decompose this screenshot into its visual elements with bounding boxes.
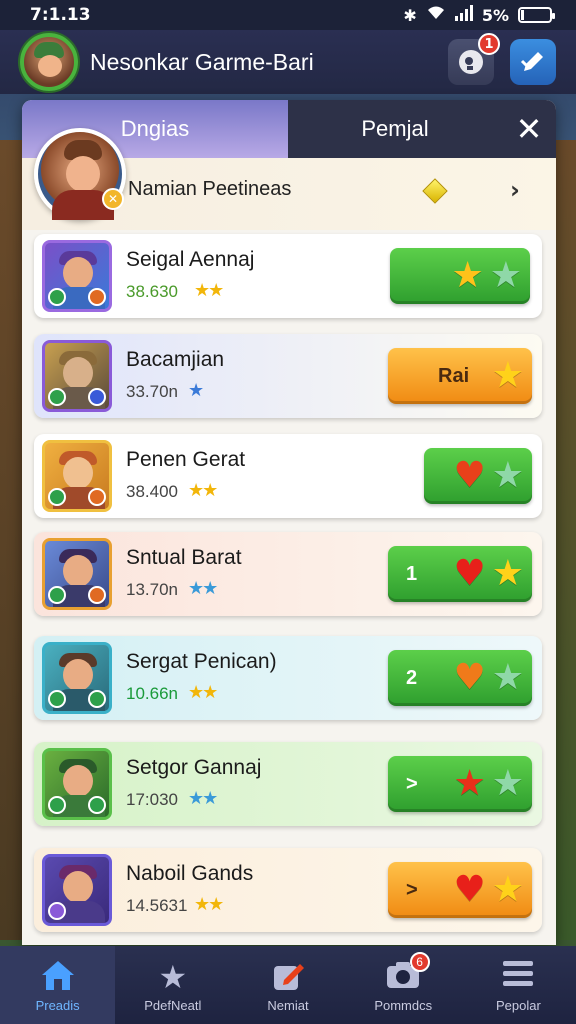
- item-thumbnail: [42, 642, 112, 714]
- star-icon: ★: [491, 553, 524, 594]
- item-thumbnail: [42, 340, 112, 412]
- nav-label: PdefNeatl: [144, 997, 202, 1013]
- nav-item-favorites[interactable]: ★ PdefNeatl: [115, 946, 230, 1024]
- tab-pemjal[interactable]: Pemjal: [288, 100, 502, 158]
- item-stars: ★★: [194, 280, 224, 301]
- app-title: Nesonkar Garme-Bari: [90, 48, 314, 75]
- item-name: Naboil Gands: [126, 862, 254, 885]
- list-item[interactable]: Penen Gerat 38.400 ★★ ♥ ★: [34, 434, 542, 518]
- gem-icon: [422, 178, 448, 204]
- wifi-icon: [426, 5, 446, 25]
- app-header: Nesonkar Garme-Bari 1: [0, 30, 576, 94]
- main-panel: Dngias Pemjal ✕ ✕ Namian Peetineas › Sei…: [22, 100, 556, 945]
- battery-icon: [518, 7, 555, 23]
- item-name: Bacamjian: [126, 348, 225, 371]
- notification-badge: 6: [409, 952, 430, 972]
- nav-label: Pommdcs: [374, 997, 433, 1013]
- item-score: 14.5631: [126, 896, 188, 915]
- background-house-right: [556, 140, 576, 940]
- edit-button[interactable]: [510, 39, 556, 85]
- item-name: Seigal Aennaj: [126, 248, 255, 271]
- star-icon: ★: [491, 657, 524, 698]
- item-thumbnail: [42, 440, 112, 512]
- close-icon[interactable]: ✕: [502, 100, 556, 158]
- list-item[interactable]: Setgor Gannaj 17:030 ★★ > ★ ★: [34, 742, 542, 826]
- user-avatar[interactable]: [20, 33, 78, 91]
- item-stars: ★★: [188, 788, 218, 809]
- list-item[interactable]: Naboil Gands 14.5631 ★★ > ♥ ★: [34, 848, 542, 932]
- star-icon: ★: [491, 763, 524, 804]
- item-name: Penen Gerat: [126, 448, 246, 471]
- signal-icon: [454, 5, 473, 25]
- nav-label: Nemiat: [267, 997, 309, 1013]
- star-icon: ★: [491, 355, 524, 396]
- item-thumbnail: [42, 240, 112, 312]
- item-score: 13.70n: [126, 580, 178, 599]
- home-icon: [40, 958, 76, 998]
- background-house-left: [0, 140, 24, 940]
- action-button[interactable]: ♥ ★: [424, 448, 532, 504]
- status-time: 7:1.13: [30, 5, 91, 25]
- star-icon: ★: [491, 455, 524, 496]
- heart-icon: ♥: [453, 657, 486, 698]
- heart-icon: ♥: [453, 455, 486, 496]
- nav-item-camera[interactable]: 6 Pommdcs: [346, 946, 461, 1024]
- menu-icon: [501, 958, 535, 998]
- list-item[interactable]: Sntual Barat 13.70n ★★ 1 ♥ ★: [34, 532, 542, 616]
- star-icon: ★: [491, 869, 524, 910]
- badge-icon: ✕: [102, 188, 124, 210]
- star-icon: ★: [451, 255, 484, 296]
- nav-label: Pepolar: [496, 997, 541, 1013]
- heart-icon: ♥: [453, 553, 486, 594]
- profile-name: Namian Peetineas: [128, 178, 292, 200]
- item-name: Sergat Penican): [126, 650, 277, 673]
- star-icon: ★: [489, 255, 522, 296]
- list-item[interactable]: Sergat Penican) 10.66n ★★ 2 ♥ ★: [34, 636, 542, 720]
- item-thumbnail: [42, 748, 112, 820]
- item-score: 33.70n: [126, 382, 178, 401]
- item-stars: ★★: [188, 578, 218, 599]
- list-item[interactable]: Bacamjian 33.70n ★ Rai ★: [34, 334, 542, 418]
- item-score: 17:030: [126, 790, 178, 809]
- action-button[interactable]: ★ ★: [390, 248, 530, 304]
- star-icon: ★: [158, 958, 188, 995]
- action-button[interactable]: > ★ ★: [388, 756, 532, 812]
- profile-bar[interactable]: ✕ Namian Peetineas ›: [22, 128, 556, 230]
- star-icon: ★: [453, 763, 486, 804]
- nav-label: Preadis: [35, 997, 80, 1013]
- item-name: Setgor Gannaj: [126, 756, 262, 779]
- nav-item-menu[interactable]: Pepolar: [461, 946, 576, 1024]
- nav-item-edit[interactable]: Nemiat: [230, 946, 345, 1024]
- notification-badge: 1: [478, 33, 500, 55]
- pencil-icon: [520, 52, 543, 71]
- heart-icon: ♥: [453, 869, 486, 910]
- item-thumbnail: [42, 538, 112, 610]
- item-stars: ★★: [188, 682, 218, 703]
- battery-percent: 5%: [481, 5, 509, 25]
- list-item[interactable]: Seigal Aennaj 38.630 ★★ ★ ★: [34, 234, 542, 318]
- nav-item-home[interactable]: Preadis: [0, 946, 116, 1024]
- item-score: 38.630: [126, 282, 178, 301]
- item-stars: ★★: [188, 480, 218, 501]
- status-bar: 7:1.13 ✱ 5%: [0, 0, 576, 30]
- bluetooth-icon: ✱: [403, 5, 417, 25]
- item-name: Sntual Barat: [126, 546, 242, 569]
- item-thumbnail: [42, 854, 112, 926]
- edit-icon: [270, 958, 306, 998]
- profile-avatar: ✕: [34, 128, 126, 220]
- action-button[interactable]: Rai ★: [388, 348, 532, 404]
- chevron-right-icon[interactable]: ›: [510, 176, 520, 204]
- action-button[interactable]: > ♥ ★: [388, 862, 532, 918]
- status-icons: ✱ 5%: [403, 5, 555, 25]
- notifications-button[interactable]: 1: [448, 33, 500, 85]
- item-stars: ★★: [194, 894, 224, 915]
- bottom-nav: Preadis ★ PdefNeatl Nemiat 6 Pommdcs Pep…: [0, 946, 576, 1024]
- item-stars: ★: [188, 380, 204, 401]
- item-score: 10.66n: [126, 684, 178, 703]
- item-score: 38.400: [126, 482, 178, 501]
- action-button[interactable]: 1 ♥ ★: [388, 546, 532, 602]
- action-button[interactable]: 2 ♥ ★: [388, 650, 532, 706]
